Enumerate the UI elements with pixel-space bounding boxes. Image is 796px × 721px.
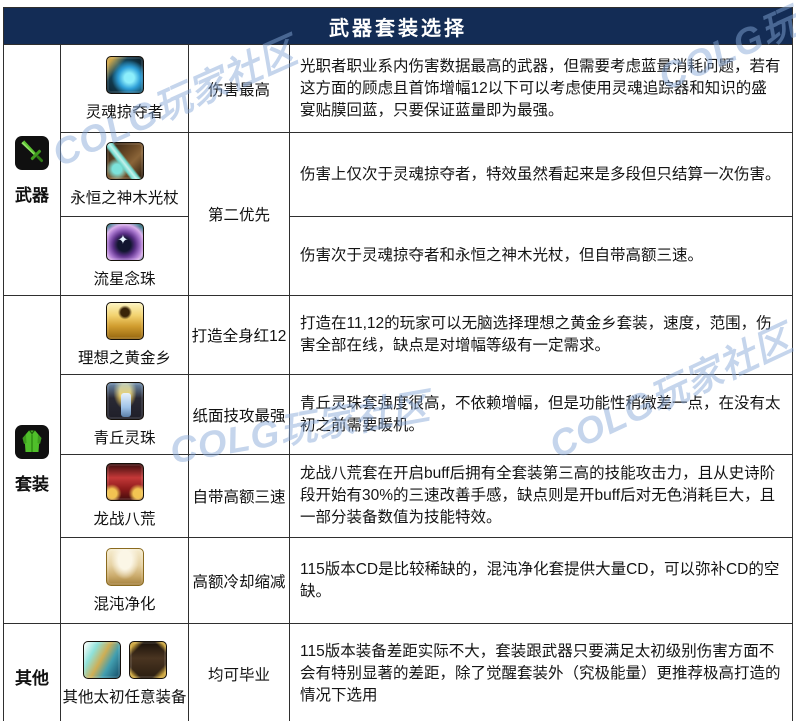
priority-tag: 均可毕业 — [188, 623, 290, 721]
priority-tag: 纸面技攻最强 — [188, 374, 290, 455]
item-description: 龙战八荒套在开启buff后拥有全套装第三高的技能攻击力，且从史诗阶段开始有30%… — [289, 454, 793, 538]
priority-tag: 自带高额三速 — [188, 454, 290, 538]
item-name: 永恒之神木光杖 — [70, 189, 179, 207]
table-row: 其他 其他太初任意装备 均可毕业 115版本装备差距实际不大，套装跟武器只要满足… — [3, 623, 793, 721]
item-description: 伤害上仅次于灵魂掠夺者，特效虽然看起来是多段但只结算一次伤害。 — [289, 132, 793, 217]
item-name: 其他太初任意装备 — [62, 688, 187, 706]
item-cell: 龙战八荒 — [60, 454, 189, 538]
category-label: 其他 — [15, 668, 49, 688]
category-label: 武器 — [15, 185, 49, 205]
item-cell: 青丘灵珠 — [60, 374, 189, 455]
category-label: 套装 — [15, 475, 49, 494]
table-row: 武器 灵魂掠夺者 伤害最高 光职者职业系内伤害数据最高的武器，但需要考虑蓝量消耗… — [3, 44, 793, 296]
item-cell: 其他太初任意装备 — [60, 623, 189, 721]
item-name: 龙战八荒 — [93, 511, 156, 528]
item-name: 理想之黄金乡 — [77, 350, 171, 367]
table-row: 龙战八荒 自带高额三速 龙战八荒套在开启buff后拥有全套装第三高的技能攻击力，… — [4, 454, 793, 538]
item-cell: 永恒之神木光杖 — [60, 132, 189, 217]
meteor-beads-icon — [105, 223, 144, 261]
eternal-staff-icon — [105, 141, 144, 180]
category-cell-weapon: 武器 — [3, 44, 61, 296]
category-cell-other: 其他 — [3, 623, 61, 721]
table-row: 永恒之神木光杖 第二优先 伤害上仅次于灵魂掠夺者，特效虽然看起来是多段但只结算一… — [4, 132, 793, 296]
item-description: 115版本装备差距实际不大，套装跟武器只要满足太初级别伤害方面不会有特别显著的差… — [289, 623, 793, 721]
priority-tag: 高额冷却缩减 — [188, 537, 290, 624]
weapon-set-table: 武器套装选择 武器 灵魂掠夺者 伤害最高 光职者职业系内伤害数据最高的武器，但需… — [3, 7, 793, 721]
category-cell-set: 套装 — [3, 295, 61, 624]
table-row: 流星念珠 伤害次于灵魂掠夺者和永恒之神木光杖，但自带高额三速。 — [4, 216, 793, 296]
item-description: 青丘灵珠套强度很高，不依赖增幅，但是功能性稍微差一点，在没有太初之前需要暖机。 — [289, 374, 793, 455]
table-row: 混沌净化 高额冷却缩减 115版本CD是比较稀缺的，混沌净化套提供大量CD，可以… — [4, 537, 793, 624]
qingqiu-pearl-icon — [105, 381, 144, 420]
chaos-purify-icon — [105, 547, 144, 586]
table-row: 青丘灵珠 纸面技攻最强 青丘灵珠套强度很高，不依赖增幅，但是功能性稍微差一点，在… — [4, 374, 793, 455]
sword-icon — [15, 135, 49, 170]
golden-land-icon — [105, 302, 144, 340]
jacket-icon — [15, 425, 49, 459]
item-description: 伤害次于灵魂掠夺者和永恒之神木光杖，但自带高额三速。 — [289, 216, 793, 296]
item-description: 打造在11,12的玩家可以无脑选择理想之黄金乡套装，速度，范围，伤害全部在线，缺… — [289, 295, 793, 375]
taichu-crystal-icon — [82, 640, 121, 679]
item-description: 115版本CD是比较稀缺的，混沌净化套提供大量CD，可以弥补CD的空缺。 — [289, 537, 793, 624]
priority-tag: 伤害最高 — [188, 44, 290, 133]
item-name: 青丘灵珠 — [93, 429, 156, 447]
taichu-suit-icon — [128, 640, 167, 679]
item-description: 光职者职业系内伤害数据最高的武器，但需要考虑蓝量消耗问题，若有这方面的顾虑且首饰… — [289, 44, 793, 133]
priority-tag: 第二优先 — [188, 132, 290, 296]
item-name: 流星念珠 — [93, 271, 156, 288]
item-name: 混沌净化 — [93, 595, 156, 613]
table-row: 套装 理想之黄金乡 打造全身红12 打造在11,12的玩家可以无脑选择理想之黄金… — [3, 295, 793, 624]
item-name: 灵魂掠夺者 — [85, 103, 164, 121]
page-title: 武器套装选择 — [3, 7, 793, 45]
item-cell: 混沌净化 — [60, 537, 189, 624]
dragon-war-icon — [105, 463, 144, 501]
guide-page: COLG玩家社区 COLG玩家社区 COLG玩家社区 COLG玩家社区 武器套装… — [0, 0, 796, 721]
soul-plunderer-icon — [105, 55, 144, 94]
item-cell: 灵魂掠夺者 — [60, 44, 189, 133]
item-cell: 流星念珠 — [60, 216, 189, 296]
item-cell: 理想之黄金乡 — [60, 295, 189, 375]
priority-tag: 打造全身红12 — [188, 295, 290, 375]
